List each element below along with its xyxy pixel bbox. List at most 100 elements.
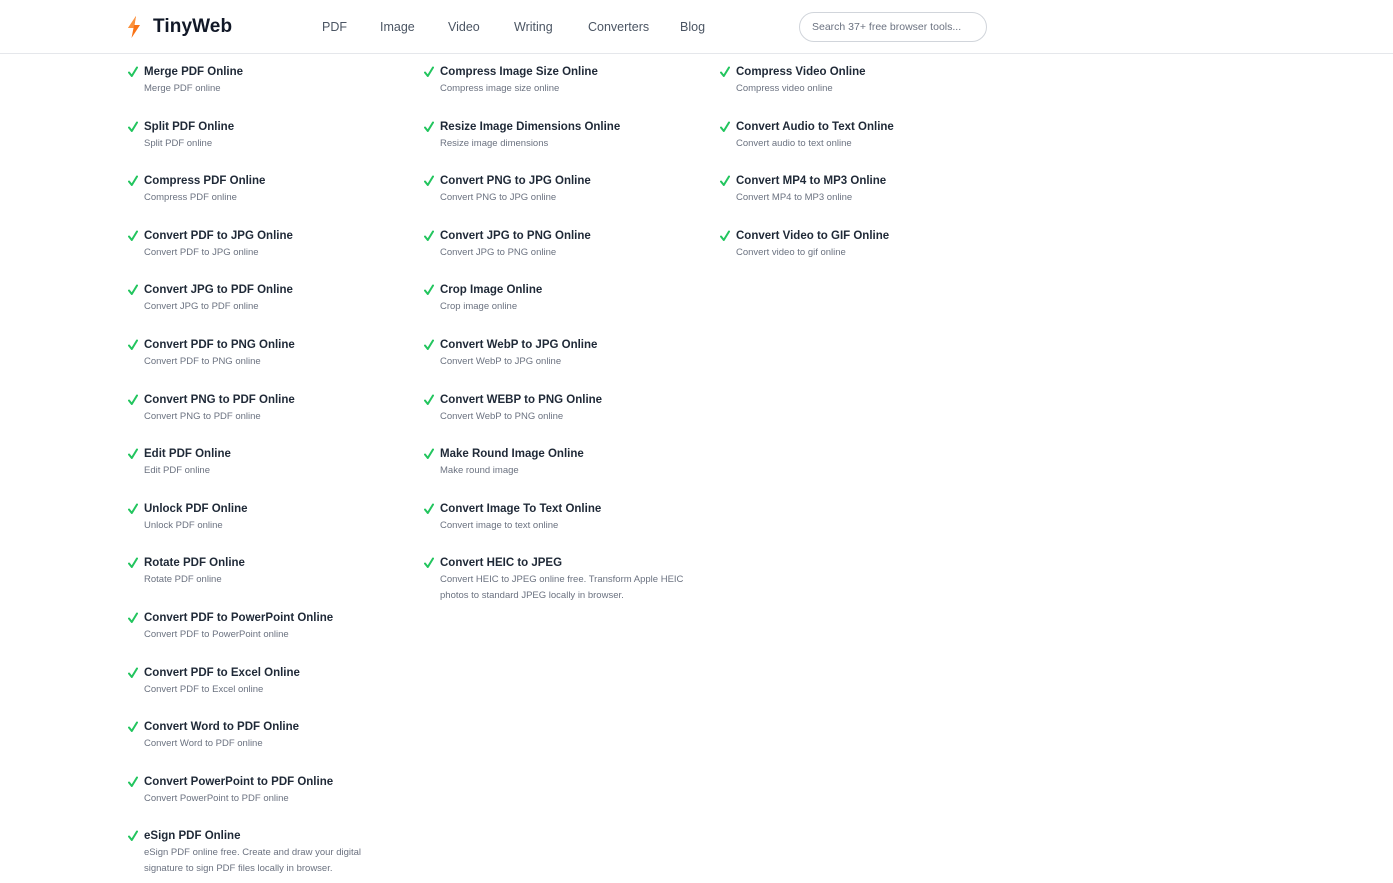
checkmark-icon — [128, 121, 138, 132]
checkmark-icon — [128, 339, 138, 350]
tool-link[interactable]: Convert Image To Text Online Convert imag… — [424, 501, 704, 556]
nav-item-image[interactable]: Image — [380, 17, 415, 37]
tool-description: Convert Word to PDF online — [144, 738, 263, 750]
tool-link[interactable]: Compress PDF Online Compress PDF online — [128, 173, 408, 228]
checkmark-icon — [128, 66, 138, 77]
checkmark-icon — [128, 721, 138, 733]
tool-title: Convert PDF to PowerPoint Online — [144, 611, 334, 624]
tool-description: Split PDF online — [144, 137, 213, 149]
logo-link[interactable]: TinyWeb — [124, 14, 232, 40]
tool-title: Edit PDF Online — [144, 448, 231, 461]
tool-description: Convert JPG to PNG online — [440, 246, 557, 258]
tool-title: Merge PDF Online — [144, 66, 244, 78]
tool-link[interactable]: Split PDF Online Split PDF online — [128, 119, 408, 174]
checkmark-icon — [128, 667, 138, 678]
tool-link[interactable]: Convert WebP to JPG Online Convert WebP t… — [424, 337, 704, 392]
checkmark-icon — [424, 448, 434, 460]
tool-link[interactable]: Convert PNG to PDF Online Convert PNG to … — [128, 392, 408, 447]
checkmark-icon — [128, 230, 138, 241]
tool-description: Convert PDF to PowerPoint online — [144, 628, 289, 640]
checkmark-icon — [128, 612, 138, 623]
site-header: TinyWeb PDF Image Video Writing Converte… — [0, 0, 1393, 54]
tool-title: Compress PDF Online — [144, 175, 266, 188]
tool-link[interactable]: Crop Image Online Crop image online — [424, 282, 704, 337]
tool-link[interactable]: Convert HEIC to JPEG Convert HEIC to JPEG… — [424, 555, 704, 610]
tool-description: Unlock PDF online — [144, 519, 223, 531]
tool-title: Convert WEBP to PNG Online — [440, 393, 603, 406]
tool-link[interactable]: Convert Word to PDF Online Convert Word t… — [128, 719, 408, 774]
checkmark-icon — [128, 175, 138, 187]
checkmark-icon — [720, 66, 730, 77]
lightning-bolt-icon — [128, 16, 140, 38]
checkmark-icon — [720, 121, 730, 132]
tool-description: Resize image dimensions — [440, 137, 549, 149]
tool-link[interactable]: Edit PDF Online Edit PDF online — [128, 446, 408, 501]
tool-link[interactable]: Compress Video Online Compress video onli… — [720, 64, 1000, 119]
tool-link[interactable]: Convert JPG to PNG Online Convert JPG to … — [424, 228, 704, 283]
tool-title: Compress Video Online — [736, 66, 866, 78]
tool-description: Compress video online — [736, 83, 833, 94]
tool-link[interactable]: Convert Video to GIF Online Convert video… — [720, 228, 1000, 283]
tool-link[interactable]: Convert JPG to PDF Online Convert JPG to … — [128, 282, 408, 337]
tool-description: Merge PDF online — [144, 83, 221, 94]
tool-link[interactable]: Convert PDF to PNG Online Convert PDF to … — [128, 337, 408, 392]
checkmark-icon — [128, 557, 138, 569]
nav-item-converters[interactable]: Converters — [588, 17, 649, 37]
nav-item-blog[interactable]: Blog — [680, 17, 705, 37]
tool-link[interactable]: Convert PDF to JPG Online Convert PDF to … — [128, 228, 408, 283]
tool-description: Make round image — [440, 465, 519, 477]
tool-description: Compress image size online — [440, 83, 560, 94]
tool-link[interactable]: Convert PDF to PowerPoint Online Convert … — [128, 610, 408, 665]
tool-link[interactable]: Convert MP4 to MP3 Online Convert MP4 to … — [720, 173, 1000, 228]
tool-description: Convert image to text online — [440, 519, 559, 531]
tool-title: Convert Video to GIF Online — [736, 229, 890, 242]
tool-title: Make Round Image Online — [440, 448, 584, 461]
tool-title: Convert PDF to PNG Online — [144, 338, 295, 351]
tool-title: Resize Image Dimensions Online — [440, 120, 621, 133]
tool-description: Convert PDF to JPG online — [144, 246, 259, 258]
tool-description: Crop image online — [440, 301, 518, 313]
tool-description: Convert PDF to PNG online — [144, 355, 261, 367]
tool-link[interactable]: Compress Image Size Online Compress image… — [424, 64, 704, 119]
nav-item-pdf[interactable]: PDF — [322, 17, 347, 37]
tool-link[interactable]: Convert PowerPoint to PDF Online Convert … — [128, 774, 408, 829]
checkmark-icon — [424, 175, 434, 187]
tool-title: Crop Image Online — [440, 284, 543, 297]
checkmark-icon — [128, 503, 138, 514]
tool-title: Convert PNG to JPG Online — [440, 175, 591, 188]
tool-link[interactable]: eSign PDF Online eSign PDF online free. C… — [128, 828, 408, 883]
tool-description: Edit PDF online — [144, 465, 211, 477]
tool-title: Convert PowerPoint to PDF Online — [144, 775, 334, 788]
checkmark-icon — [424, 66, 434, 77]
search-input[interactable] — [799, 12, 987, 42]
tool-link[interactable]: Rotate PDF Online Rotate PDF online — [128, 555, 408, 610]
tool-description: Rotate PDF online — [144, 574, 222, 586]
nav-item-video[interactable]: Video — [448, 17, 480, 37]
checkmark-icon — [424, 394, 434, 405]
tool-link[interactable]: Unlock PDF Online Unlock PDF online — [128, 501, 408, 556]
tool-description: Convert JPG to PDF online — [144, 301, 259, 313]
tool-link[interactable]: Resize Image Dimensions Online Resize ima… — [424, 119, 704, 174]
tool-description: Convert PDF to Excel online — [144, 683, 264, 695]
tools-column-video: Compress Video Online Compress video onli… — [720, 64, 1000, 282]
nav-item-writing[interactable]: Writing — [514, 17, 553, 37]
tool-link[interactable]: Convert PNG to JPG Online Convert PNG to … — [424, 173, 704, 228]
tool-title: Convert PDF to Excel Online — [144, 666, 300, 679]
tool-link[interactable]: Convert PDF to Excel Online Convert PDF t… — [128, 665, 408, 720]
tool-link[interactable]: Convert Audio to Text Online Convert audi… — [720, 119, 1000, 174]
tool-title: Convert Audio to Text Online — [736, 120, 894, 133]
tool-link[interactable]: Convert WEBP to PNG Online Convert WebP t… — [424, 392, 704, 447]
tool-description: Convert WebP to PNG online — [440, 410, 564, 422]
tool-description: Convert PNG to JPG online — [440, 192, 557, 204]
tool-link[interactable]: Merge PDF Online Merge PDF online — [128, 64, 408, 119]
tool-description: Convert WebP to JPG online — [440, 355, 562, 367]
tool-description: Convert video to gif online — [736, 246, 846, 258]
tool-link[interactable]: Make Round Image Online Make round image — [424, 446, 704, 501]
tool-title: Convert HEIC to JPEG — [440, 557, 563, 570]
tools-column-image: Compress Image Size Online Compress image… — [424, 64, 704, 610]
checkmark-icon — [720, 230, 730, 241]
checkmark-icon — [128, 394, 138, 405]
checkmark-icon — [424, 503, 434, 514]
checkmark-icon — [424, 230, 434, 241]
tool-title: eSign PDF Online — [144, 830, 241, 843]
